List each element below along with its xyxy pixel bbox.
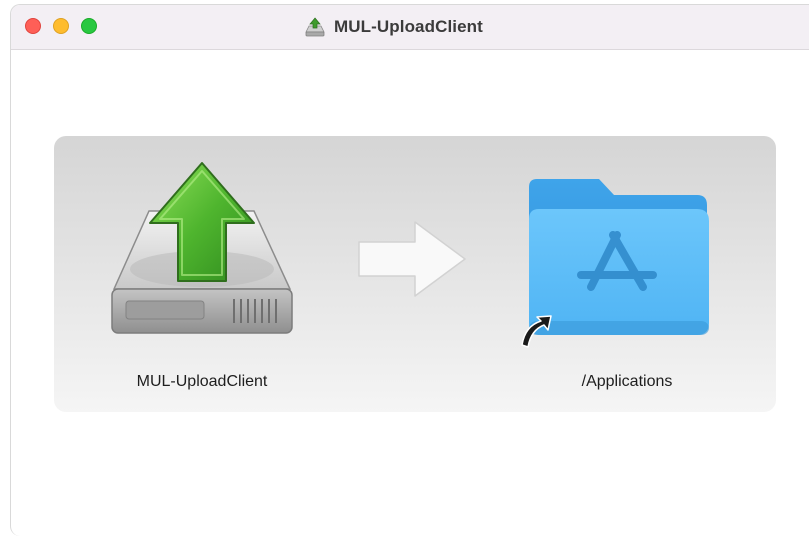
source-label: MUL-UploadClient [136, 373, 268, 390]
install-panel: MUL-UploadClient /Applications [54, 136, 776, 412]
upload-drive-small-icon [305, 17, 325, 37]
upload-drive-icon[interactable] [104, 161, 299, 346]
right-arrow-icon [358, 221, 466, 297]
maximize-button[interactable] [81, 18, 97, 34]
target-label: /Applications [581, 373, 673, 390]
window-title-text: MUL-UploadClient [334, 17, 483, 36]
title-bar[interactable]: MUL-UploadClient [11, 5, 809, 50]
installer-window: MUL-UploadClient MUL-UploadClient /Appli… [10, 4, 809, 536]
minimize-button[interactable] [53, 18, 69, 34]
close-button[interactable] [25, 18, 41, 34]
window-title: MUL-UploadClient [304, 16, 483, 38]
alias-arrow-icon [521, 315, 552, 348]
applications-folder-icon[interactable] [519, 171, 714, 351]
